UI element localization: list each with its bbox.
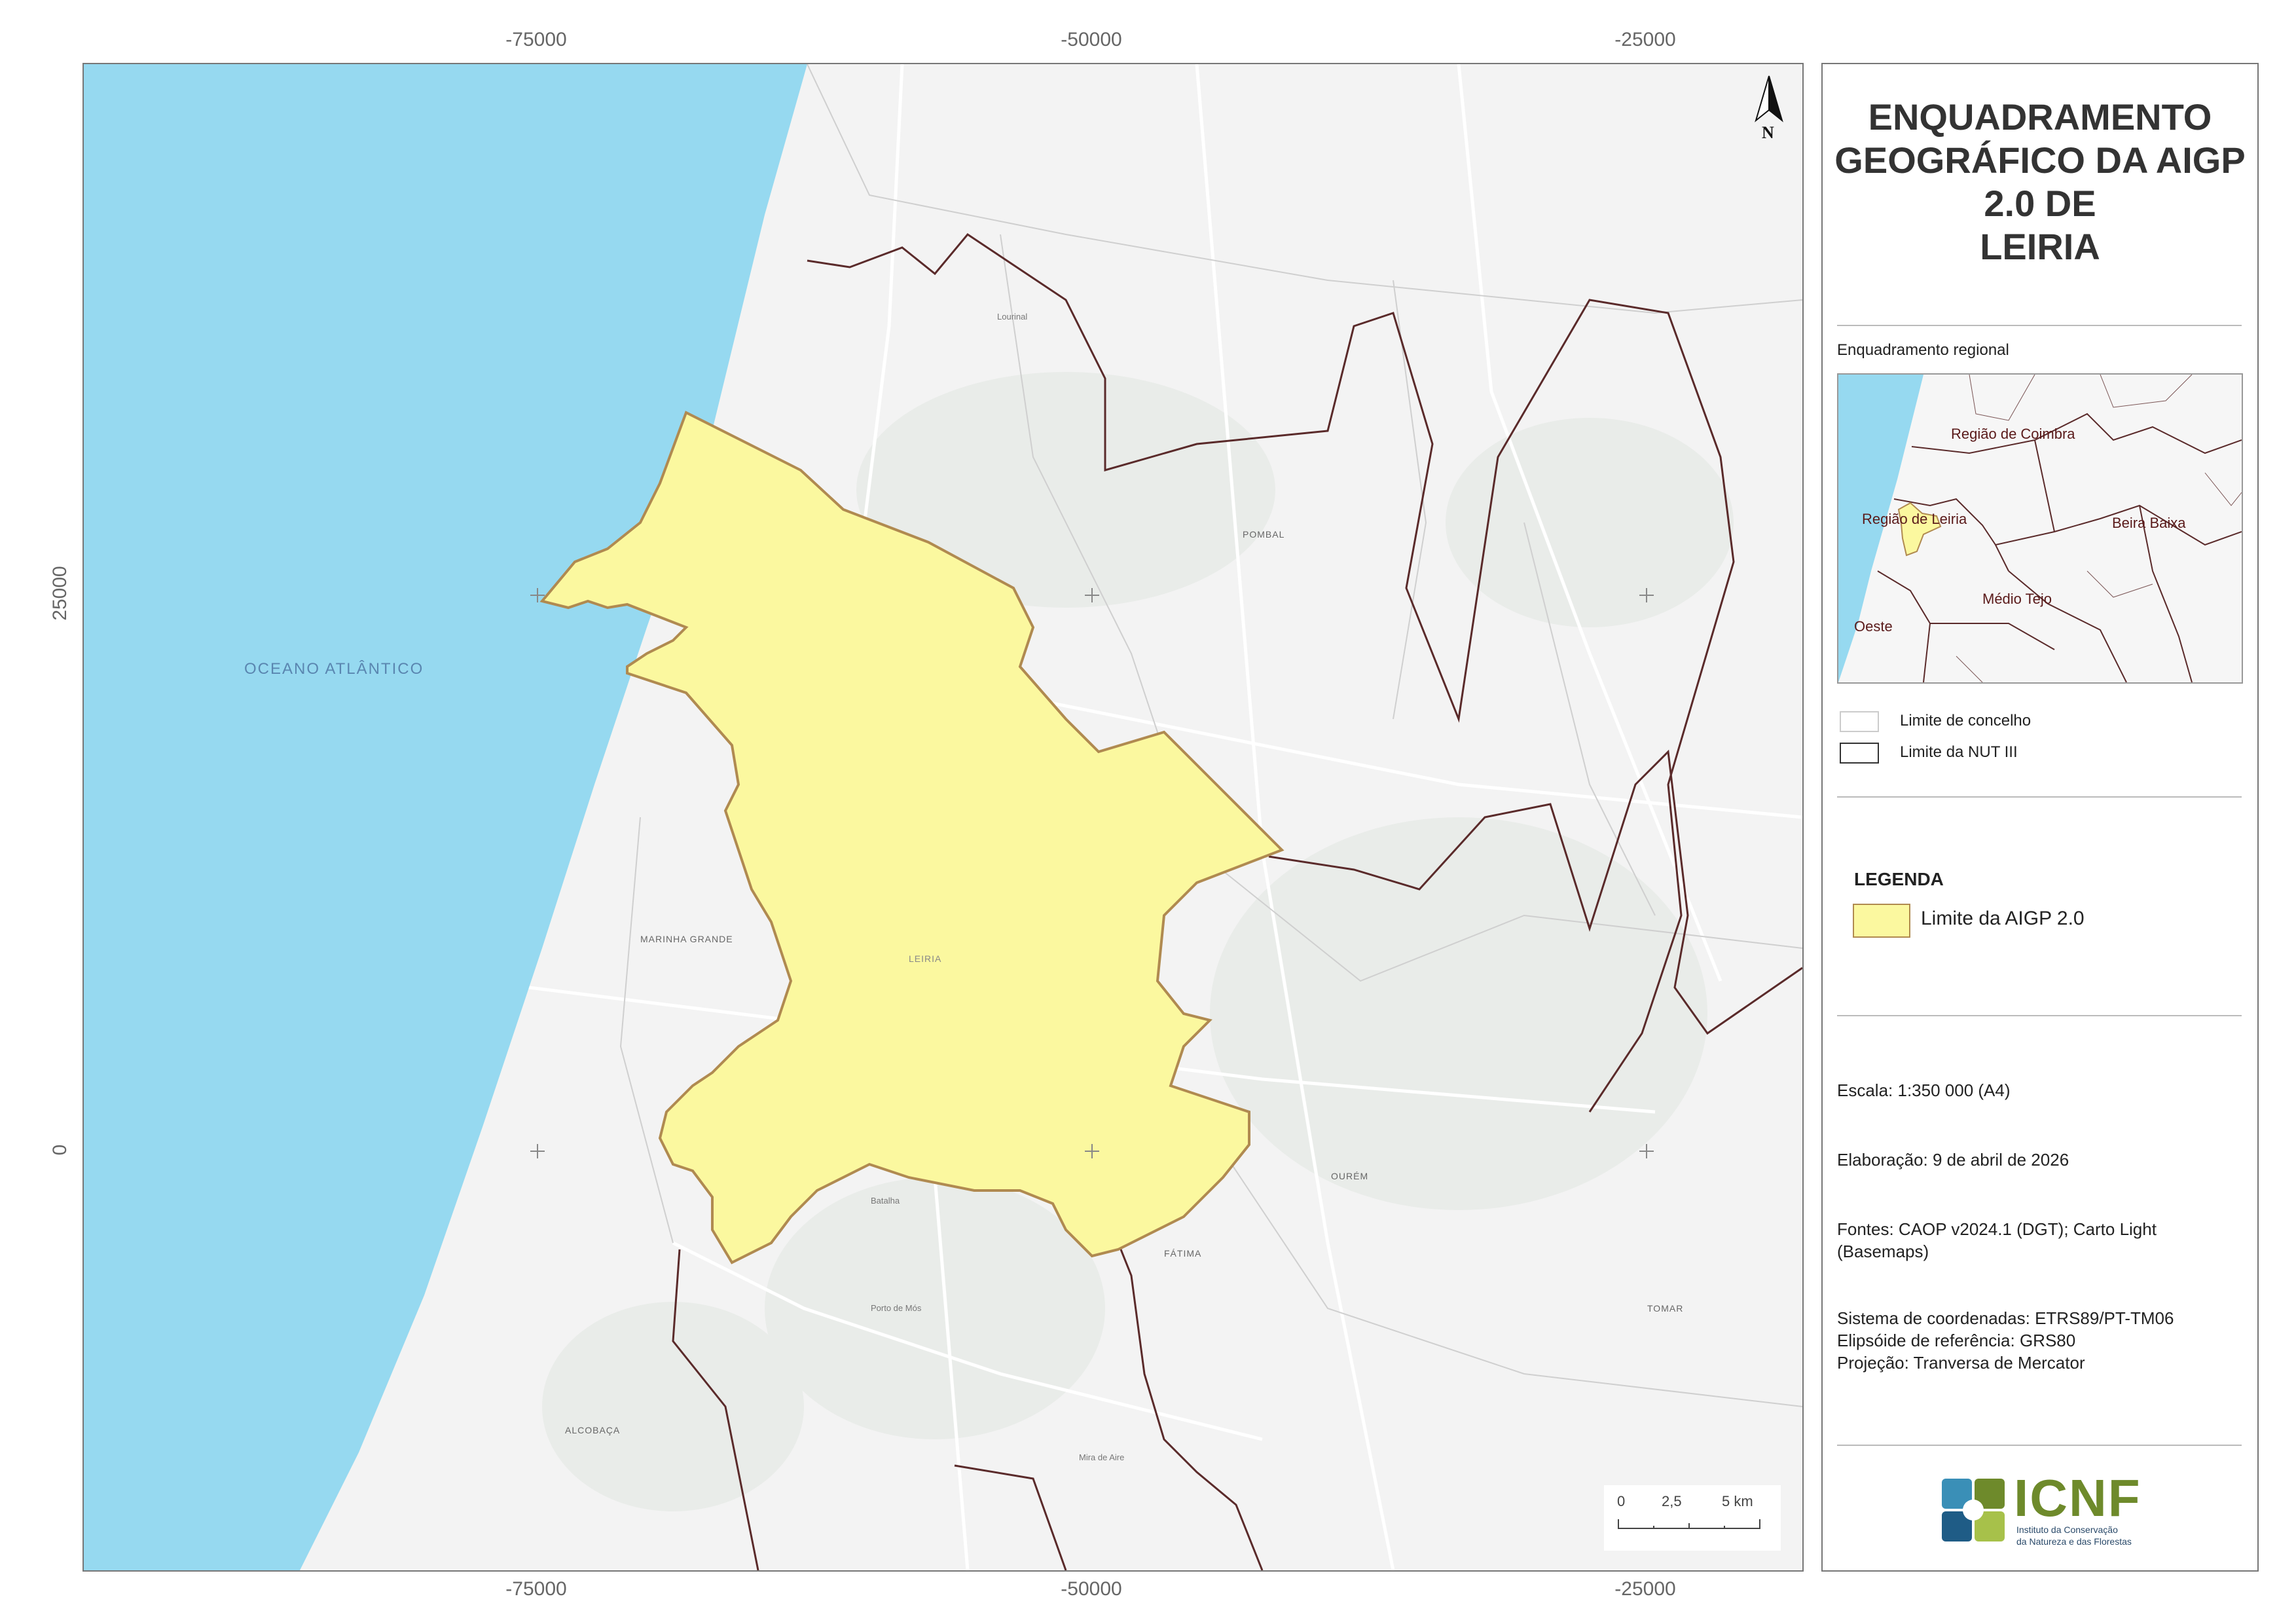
legend-swatch-nut [1840, 743, 1879, 764]
place-label-lourinal: Lourinal [997, 312, 1028, 322]
title-line-3: 2.0 DE [1984, 183, 2096, 224]
date-text: Elaboração: 9 de abril de 2026 [1837, 1150, 2069, 1170]
inset-label-beira-baixa: Beira Baixa [2112, 515, 2186, 531]
inset-label-coimbra: Região de Coimbra [1951, 426, 2075, 442]
inset-label-oeste: Oeste [1854, 618, 1893, 635]
icnf-logo-subtitle-2: da Natureza e das Florestas [2016, 1536, 2132, 1547]
x-tick-top-2: -50000 [1061, 29, 1122, 50]
place-label-mira-de-aire: Mira de Aire [1079, 1452, 1125, 1462]
sources-line-1: Fontes: CAOP v2024.1 (DGT); Carto Light [1837, 1219, 2157, 1239]
place-label-marinha-grande: MARINHA GRANDE [640, 934, 733, 944]
north-arrow: N [1743, 73, 1795, 145]
title-line-2: GEOGRÁFICO DA AIGP [1834, 139, 2246, 181]
icnf-logo-subtitle-1: Instituto da Conservação [2016, 1524, 2118, 1535]
ocean-label: OCEANO ATLÂNTICO [244, 660, 424, 678]
icnf-logo-title: ICNF [2014, 1469, 2141, 1527]
legend-label-aigp: Limite da AIGP 2.0 [1921, 908, 2085, 929]
x-tick-bottom-3: -25000 [1614, 1578, 1676, 1600]
inset-heading: Enquadramento regional [1837, 341, 2009, 359]
divider-4 [1837, 1445, 2242, 1446]
scale-bar-graphic [1618, 1519, 1760, 1529]
inset-label-leiria: Região de Leiria [1862, 511, 1967, 527]
info-panel: ENQUADRAMENTO GEOGRÁFICO DA AIGP 2.0 DE … [1821, 63, 2259, 1572]
title-line-1: ENQUADRAMENTO [1868, 96, 2212, 138]
sources-line-2: (Basemaps) [1837, 1242, 1929, 1261]
legend-swatch-municipality [1840, 711, 1879, 732]
y-tick-left-2: 0 [49, 1144, 71, 1156]
legend-heading: LEGENDA [1854, 869, 1944, 889]
divider-3 [1837, 1015, 2242, 1016]
place-label-tomar: TOMAR [1647, 1303, 1684, 1314]
place-label-batalha: Batalha [871, 1196, 900, 1206]
inset-label-medio-tejo: Médio Tejo [1982, 591, 2052, 607]
map-frame[interactable]: OCEANO ATLÂNTICO POMBAL LEIRIA MARINHA G… [82, 63, 1804, 1572]
x-tick-top-1: -75000 [505, 29, 567, 50]
legend-label-municipality: Limite de concelho [1900, 712, 2032, 729]
scale-label-2-5: 2,5 [1662, 1493, 1682, 1509]
place-label-leiria: LEIRIA [909, 953, 942, 964]
icnf-logo-icon [1942, 1479, 2005, 1541]
crs-line-2: Elipsóide de referência: GRS80 [1837, 1331, 2076, 1350]
icnf-logo: ICNF Instituto da Conservação da Naturez… [1941, 1471, 2202, 1549]
legend-label-nut: Limite da NUT III [1900, 743, 2018, 761]
map-canvas[interactable] [84, 64, 1802, 1570]
place-label-porto-de-mos: Porto de Mós [871, 1303, 922, 1313]
north-label: N [1762, 123, 1774, 142]
place-label-fatima: FÁTIMA [1164, 1248, 1202, 1259]
place-label-pombal: POMBAL [1243, 529, 1285, 540]
y-tick-left-1: 25000 [49, 566, 71, 621]
x-tick-bottom-1: -75000 [505, 1578, 567, 1600]
title-line-4: LEIRIA [1980, 226, 2100, 267]
scale-text: Escala: 1:350 000 (A4) [1837, 1080, 2011, 1100]
legend-swatch-aigp [1853, 904, 1910, 938]
crs-line-1: Sistema de coordenadas: ETRS89/PT-TM06 [1837, 1308, 2174, 1328]
divider-2 [1837, 796, 2242, 798]
x-tick-bottom-2: -50000 [1061, 1578, 1122, 1600]
crs-line-3: Projeção: Tranversa de Mercator [1837, 1353, 2085, 1373]
x-tick-top-3: -25000 [1614, 29, 1676, 50]
scale-label-0: 0 [1617, 1493, 1626, 1509]
divider-1 [1837, 325, 2242, 326]
scale-bar: 0 2,5 5 km [1604, 1485, 1781, 1551]
inset-map[interactable]: Região de Coimbra Região de Leiria Beira… [1837, 373, 2243, 684]
place-label-ourem: OURÉM [1331, 1171, 1369, 1181]
scale-label-5km: 5 km [1722, 1493, 1753, 1509]
map-title: ENQUADRAMENTO GEOGRÁFICO DA AIGP 2.0 DE … [1823, 96, 2257, 268]
place-label-alcobaca: ALCOBAÇA [565, 1425, 621, 1435]
